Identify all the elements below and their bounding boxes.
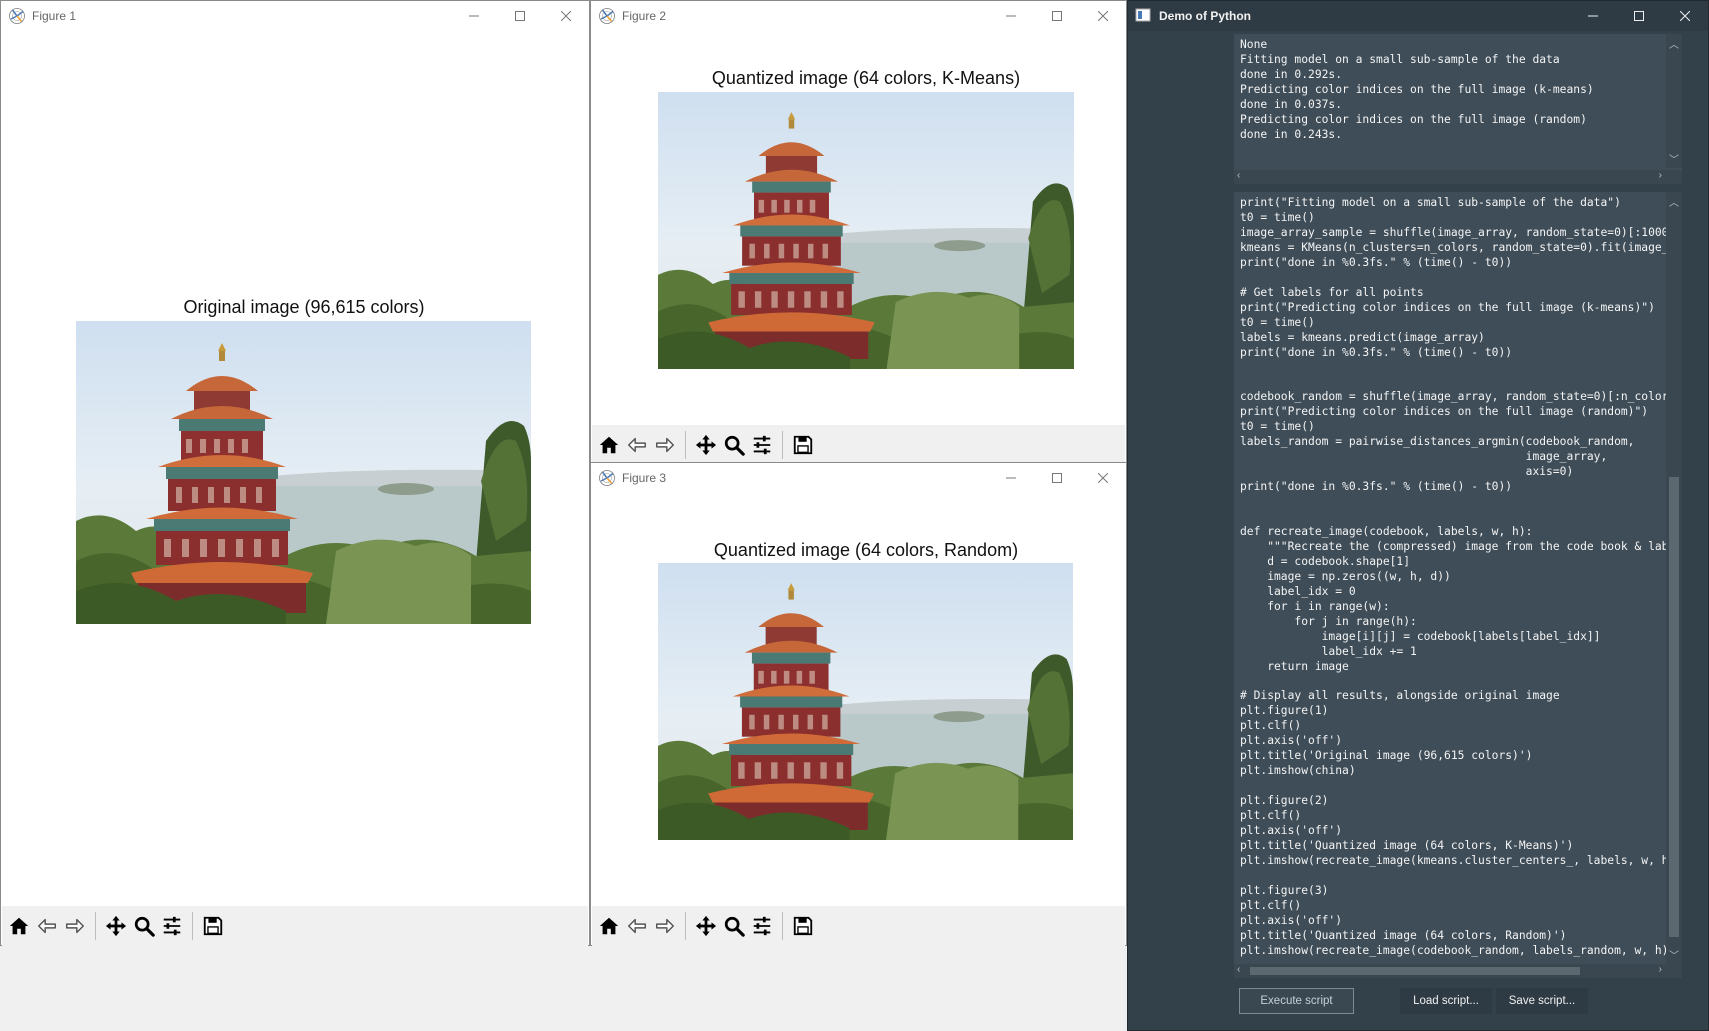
zoom-icon[interactable] [130, 911, 158, 941]
title-bar[interactable]: Figure 1 [1, 1, 589, 31]
toolbar-separator [782, 431, 783, 459]
script-editor[interactable]: print("Fitting model on a small sub-samp… [1234, 192, 1682, 978]
toolbar-separator [685, 912, 686, 940]
matplotlib-icon [598, 469, 616, 487]
zoom-icon[interactable] [720, 430, 748, 460]
navigation-toolbar [592, 906, 1125, 946]
editor-hscroll-thumb[interactable] [1250, 967, 1580, 975]
navigation-toolbar [2, 906, 588, 946]
plot-title: Quantized image (64 colors, Random) [713, 540, 1019, 560]
forward-arrow-icon[interactable] [61, 911, 89, 941]
zoom-icon[interactable] [720, 911, 748, 941]
script-text[interactable]: print("Fitting model on a small sub-samp… [1240, 196, 1668, 959]
save-icon[interactable] [199, 911, 227, 941]
scroll-left-icon[interactable]: ‹ [1237, 964, 1240, 975]
window-title: Figure 2 [622, 9, 667, 23]
original-image[interactable] [76, 321, 531, 624]
back-arrow-icon[interactable] [623, 430, 651, 460]
close-icon[interactable] [543, 1, 589, 31]
window-title: Demo of Python [1159, 9, 1251, 23]
title-bar[interactable]: Demo of Python [1128, 1, 1708, 31]
configure-subplots-icon[interactable] [748, 430, 776, 460]
pan-icon[interactable] [692, 911, 720, 941]
configure-subplots-icon[interactable] [748, 911, 776, 941]
back-arrow-icon[interactable] [623, 911, 651, 941]
home-icon[interactable] [595, 430, 623, 460]
window-title: Figure 1 [32, 9, 77, 23]
navigation-toolbar [592, 425, 1125, 465]
matplotlib-icon [598, 7, 616, 25]
save-icon[interactable] [789, 430, 817, 460]
toolbar-separator [782, 912, 783, 940]
output-vertical-scrollbar[interactable]: ︿ ﹀ [1666, 34, 1682, 168]
pan-icon[interactable] [102, 911, 130, 941]
load-script-button[interactable]: Load script... [1400, 988, 1492, 1014]
matplotlib-icon [8, 7, 26, 25]
kmeans-quantized-image[interactable] [658, 92, 1074, 369]
minimize-icon[interactable] [451, 1, 497, 31]
configure-subplots-icon[interactable] [158, 911, 186, 941]
scroll-right-icon[interactable]: › [1659, 170, 1662, 181]
scroll-down-icon[interactable]: ﹀ [1669, 947, 1679, 962]
editor-scroll-thumb[interactable] [1669, 477, 1679, 937]
plot-title: Quantized image (64 colors, K-Means) [711, 68, 1021, 88]
scroll-up-icon[interactable]: ︿ [1669, 194, 1679, 209]
toolbar-separator [192, 912, 193, 940]
save-script-button[interactable]: Save script... [1496, 988, 1588, 1014]
scroll-right-icon[interactable]: › [1659, 964, 1662, 975]
editor-vertical-scrollbar[interactable]: ︿ ﹀ [1666, 192, 1682, 964]
editor-horizontal-scrollbar[interactable]: ‹ › [1234, 964, 1682, 978]
random-quantized-image[interactable] [658, 563, 1073, 840]
figure-2-window: Figure 2 Quantized image (64 colors, K-M… [590, 0, 1127, 465]
plot-title: Original image (96,615 colors) [183, 297, 425, 317]
toolbar-separator [685, 431, 686, 459]
title-bar[interactable]: Figure 3 [591, 463, 1126, 493]
scroll-left-icon[interactable]: ‹ [1237, 170, 1240, 181]
scroll-up-icon[interactable]: ︿ [1669, 36, 1679, 51]
minimize-icon[interactable] [1570, 1, 1616, 31]
pan-icon[interactable] [692, 430, 720, 460]
forward-arrow-icon[interactable] [651, 911, 679, 941]
scroll-down-icon[interactable]: ﹀ [1669, 151, 1679, 166]
toolbar-separator [95, 912, 96, 940]
minimize-icon[interactable] [988, 1, 1034, 31]
output-text: None Fitting model on a small sub-sample… [1240, 38, 1594, 141]
app-icon [1135, 7, 1153, 25]
close-icon[interactable] [1080, 463, 1126, 493]
close-icon[interactable] [1080, 1, 1126, 31]
title-bar[interactable]: Figure 2 [591, 1, 1126, 31]
window-title: Figure 3 [622, 471, 667, 485]
maximize-icon[interactable] [1034, 463, 1080, 493]
figure-3-window: Figure 3 Quantized image (64 colors, Ran… [590, 462, 1127, 946]
output-horizontal-scrollbar[interactable]: ‹ › [1234, 170, 1682, 184]
home-icon[interactable] [5, 911, 33, 941]
back-arrow-icon[interactable] [33, 911, 61, 941]
figure-1-window: Figure 1 Original image (96,615 colors) [0, 0, 590, 946]
minimize-icon[interactable] [988, 463, 1034, 493]
maximize-icon[interactable] [497, 1, 543, 31]
forward-arrow-icon[interactable] [651, 430, 679, 460]
maximize-icon[interactable] [1034, 1, 1080, 31]
output-console[interactable]: None Fitting model on a small sub-sample… [1234, 34, 1682, 184]
close-icon[interactable] [1662, 1, 1708, 31]
save-icon[interactable] [789, 911, 817, 941]
maximize-icon[interactable] [1616, 1, 1662, 31]
execute-script-button[interactable]: Execute script [1239, 988, 1354, 1014]
home-icon[interactable] [595, 911, 623, 941]
